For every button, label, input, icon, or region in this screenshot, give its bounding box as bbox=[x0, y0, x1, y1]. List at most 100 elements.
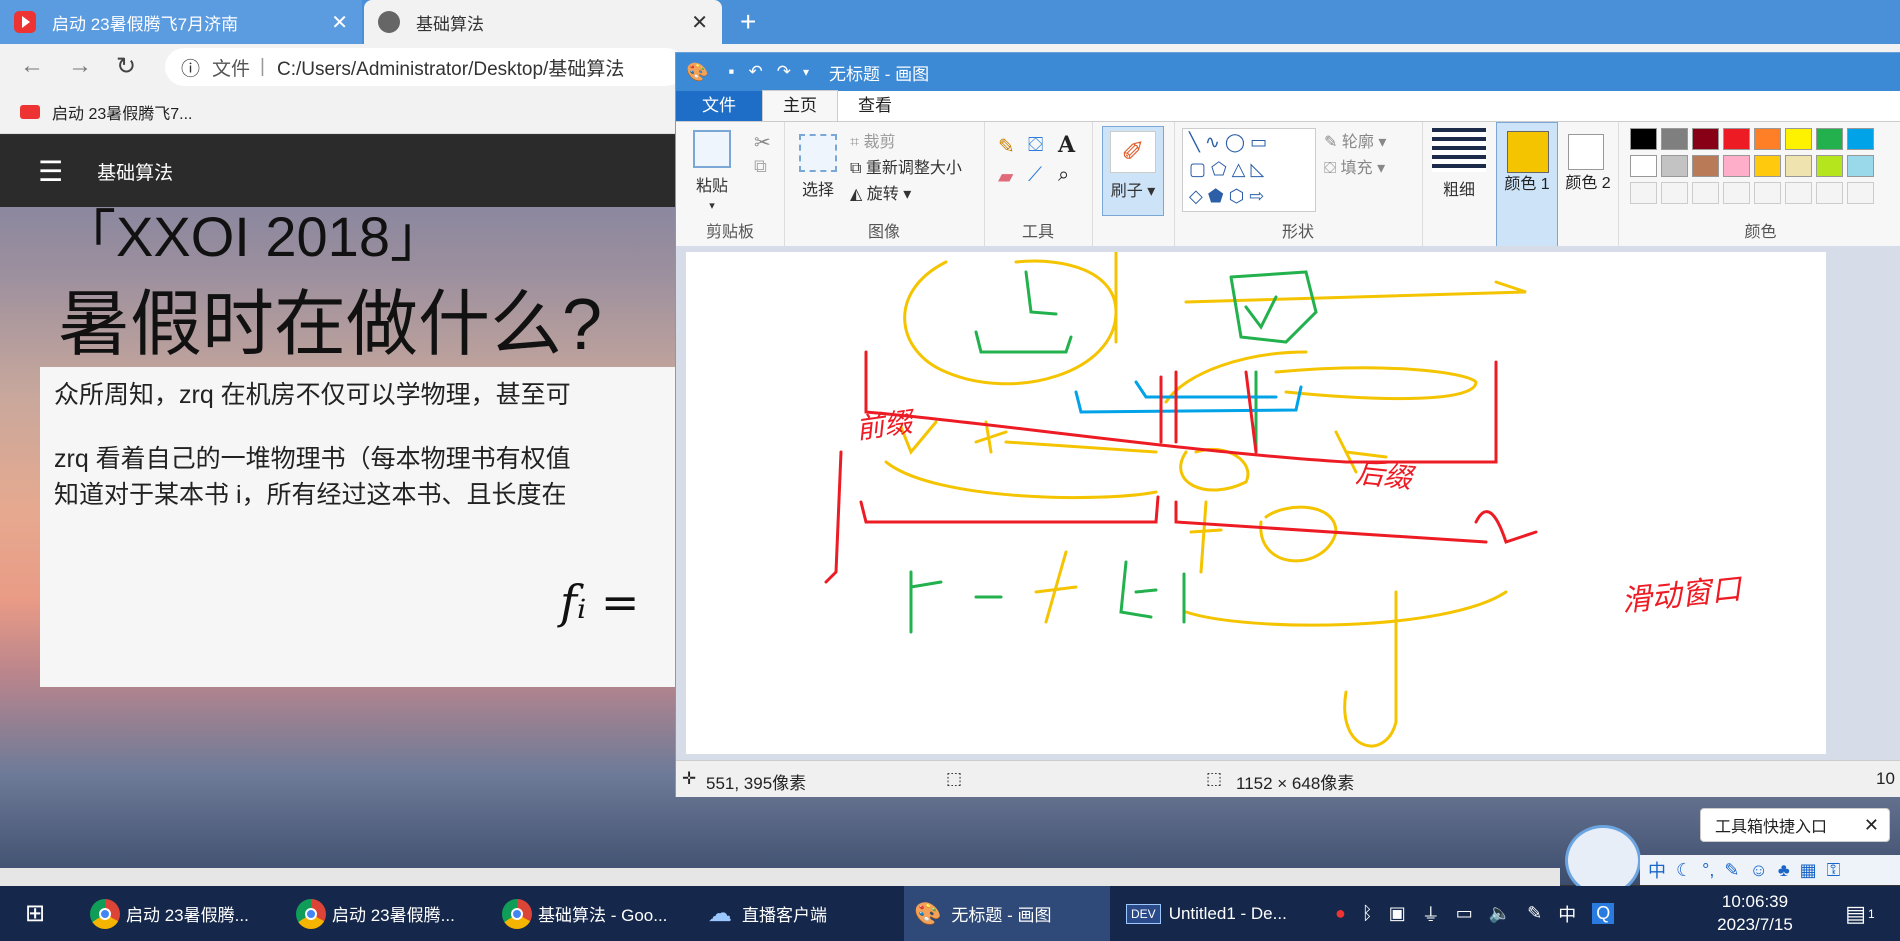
palette-color-swatch[interactable] bbox=[1692, 128, 1719, 150]
resize-button[interactable]: ⧉ 重新调整大小 bbox=[850, 154, 962, 178]
color1-button[interactable]: 颜色 1 bbox=[1496, 122, 1558, 248]
notification-icon[interactable]: ▤ 1 bbox=[1830, 886, 1890, 941]
color-picker-icon[interactable]: ⟋ bbox=[1028, 164, 1042, 187]
custom-color-slot[interactable] bbox=[1785, 182, 1812, 204]
palette-color-swatch[interactable] bbox=[1630, 155, 1657, 177]
speaker-icon[interactable]: 🔈 bbox=[1489, 903, 1511, 924]
save-icon[interactable]: ▪ bbox=[728, 62, 734, 82]
palette-color-swatch[interactable] bbox=[1847, 128, 1874, 150]
taskbar-item[interactable]: 启动 23暑假腾... bbox=[80, 886, 280, 941]
windows-start-icon[interactable]: ⊞ bbox=[0, 886, 70, 941]
shapes-gallery[interactable]: ╲ ∿ ◯ ▭ ▢ ⬠ △ ◺ ◇ ⬟ ⬡ ⇨ bbox=[1182, 128, 1316, 212]
outline-button[interactable]: ✎ 轮廓 ▾ bbox=[1324, 128, 1386, 152]
custom-color-slot[interactable] bbox=[1847, 182, 1874, 204]
palette-color-swatch[interactable] bbox=[1816, 155, 1843, 177]
usb-icon[interactable]: ⏚ bbox=[1422, 901, 1440, 927]
palette-color-swatch[interactable] bbox=[1754, 128, 1781, 150]
toolbox-shortcut-popup[interactable]: 工具箱快捷入口 ✕ bbox=[1700, 808, 1890, 842]
moon-icon[interactable]: ☾ bbox=[1676, 860, 1692, 881]
paragraph: 知道对于某本书 i，所有经过这本书、且长度在 bbox=[54, 481, 567, 509]
brush-button[interactable]: ✐ 刷子 ▾ bbox=[1102, 126, 1164, 216]
back-icon[interactable]: ← bbox=[20, 52, 44, 80]
select-button[interactable]: 选择 bbox=[796, 134, 840, 200]
browser-tab[interactable]: 启动 23暑假腾飞7月济南 ✕ bbox=[0, 0, 362, 44]
palette-color-swatch[interactable] bbox=[1816, 128, 1843, 150]
palette-color-swatch[interactable] bbox=[1692, 155, 1719, 177]
punctuation-icon[interactable]: °, bbox=[1702, 860, 1714, 881]
close-icon[interactable]: ✕ bbox=[331, 10, 348, 35]
page-subtitle: 暑假时在做什么? bbox=[58, 285, 603, 365]
pencil-icon[interactable]: ✎ bbox=[998, 134, 1015, 159]
new-tab-button[interactable]: + bbox=[740, 6, 756, 38]
quick-access-dropdown-icon[interactable]: ▾ bbox=[803, 65, 809, 79]
magnifier-icon[interactable]: ⌕ bbox=[1058, 164, 1069, 187]
custom-color-slot[interactable] bbox=[1692, 182, 1719, 204]
palette-color-swatch[interactable] bbox=[1785, 155, 1812, 177]
ime-mode[interactable]: 中 bbox=[1648, 857, 1666, 883]
taskbar-item[interactable]: DEV Untitled1 - De... bbox=[1116, 886, 1316, 941]
taskbar-item[interactable]: ☁ 直播客户端 bbox=[698, 886, 898, 941]
tab-home[interactable]: 主页 bbox=[762, 90, 838, 121]
taskbar-item[interactable]: 启动 23暑假腾... bbox=[286, 886, 486, 941]
close-icon[interactable]: ✕ bbox=[691, 10, 708, 35]
display-icon[interactable]: ▭ bbox=[1456, 903, 1473, 924]
site-name[interactable]: 基础算法 bbox=[97, 158, 173, 185]
copy-icon[interactable]: ⧉ bbox=[754, 156, 767, 177]
palette-color-swatch[interactable] bbox=[1723, 128, 1750, 150]
sketch-strokes bbox=[824, 252, 1538, 748]
redo-icon[interactable]: ↷ bbox=[777, 62, 791, 82]
emoji-icon[interactable]: ☺ bbox=[1749, 860, 1767, 881]
fill-button[interactable]: ⛋ 填充 ▾ bbox=[1324, 154, 1385, 178]
skin-icon[interactable]: ♣ bbox=[1778, 860, 1790, 881]
record-icon[interactable]: ● bbox=[1335, 903, 1346, 924]
bookmark-item[interactable]: 启动 23暑假腾飞7... bbox=[52, 100, 192, 124]
drawing-canvas[interactable]: 前缀 后缀 滑动窗口 bbox=[686, 252, 1826, 754]
custom-color-slot[interactable] bbox=[1816, 182, 1843, 204]
tab-file[interactable]: 文件 bbox=[676, 91, 762, 121]
fill-bucket-icon[interactable]: ⛋ bbox=[1028, 134, 1043, 157]
palette-color-swatch[interactable] bbox=[1754, 155, 1781, 177]
network-app-icon[interactable]: ▣ bbox=[1389, 903, 1406, 924]
taskbar-item[interactable]: 基础算法 - Goo... bbox=[492, 886, 692, 941]
palette-color-swatch[interactable] bbox=[1661, 155, 1688, 177]
custom-color-slot[interactable] bbox=[1723, 182, 1750, 204]
browser-tab-active[interactable]: 基础算法 ✕ bbox=[364, 0, 722, 44]
system-clock[interactable]: 10:06:39 2023/7/15 bbox=[1700, 890, 1810, 936]
rotate-button[interactable]: ◭ 旋转 ▾ bbox=[850, 180, 911, 204]
menu-icon[interactable]: ☰ bbox=[38, 155, 63, 188]
palette-color-swatch[interactable] bbox=[1630, 128, 1657, 150]
grid-icon[interactable]: ▦ bbox=[1800, 860, 1817, 881]
eraser-icon[interactable]: ▰ bbox=[998, 164, 1013, 189]
tab-view[interactable]: 查看 bbox=[838, 91, 912, 121]
horizontal-scrollbar[interactable] bbox=[0, 868, 1560, 886]
forward-icon[interactable]: → bbox=[68, 52, 92, 80]
info-icon: ⓘ bbox=[181, 58, 201, 80]
taskbar-item-active[interactable]: 🎨 无标题 - 画图 bbox=[904, 886, 1110, 941]
palette-color-swatch[interactable] bbox=[1785, 128, 1812, 150]
palette-color-swatch[interactable] bbox=[1847, 155, 1874, 177]
popup-label: 工具箱快捷入口 bbox=[1715, 819, 1828, 836]
custom-color-slot[interactable] bbox=[1754, 182, 1781, 204]
bluetooth-icon[interactable]: ᛒ bbox=[1362, 903, 1373, 924]
custom-color-slot[interactable] bbox=[1661, 182, 1688, 204]
lock-icon[interactable]: ⚿ bbox=[1827, 860, 1841, 881]
palette-color-swatch[interactable] bbox=[1661, 128, 1688, 150]
text-tool-icon[interactable]: A bbox=[1058, 132, 1075, 158]
ime-indicator[interactable]: 中 bbox=[1558, 901, 1576, 927]
paste-button[interactable]: 粘贴 ▾ bbox=[690, 130, 734, 214]
search-app-icon[interactable]: Q bbox=[1592, 903, 1615, 924]
custom-color-slot[interactable] bbox=[1630, 182, 1657, 204]
address-bar[interactable]: ⓘ 文件 | C:/Users/Administrator/Desktop/基础… bbox=[165, 48, 685, 86]
cut-icon[interactable]: ✂ bbox=[754, 130, 771, 155]
palette-color-swatch[interactable] bbox=[1723, 155, 1750, 177]
crop-button[interactable]: ⌗ 裁剪 bbox=[850, 128, 895, 152]
canvas-size: 1152 × 648像素 bbox=[1236, 774, 1355, 793]
tool-icon[interactable]: ✎ bbox=[1724, 860, 1739, 881]
color2-button[interactable]: 颜色 2 bbox=[1558, 122, 1619, 246]
pen-icon[interactable]: ✎ bbox=[1527, 903, 1542, 924]
cursor-position: 551, 395像素 bbox=[706, 774, 807, 793]
close-icon[interactable]: ✕ bbox=[1864, 815, 1879, 836]
reload-icon[interactable]: ↻ bbox=[116, 52, 136, 81]
size-button[interactable]: 粗细 bbox=[1432, 128, 1486, 200]
undo-icon[interactable]: ↶ bbox=[748, 62, 762, 82]
